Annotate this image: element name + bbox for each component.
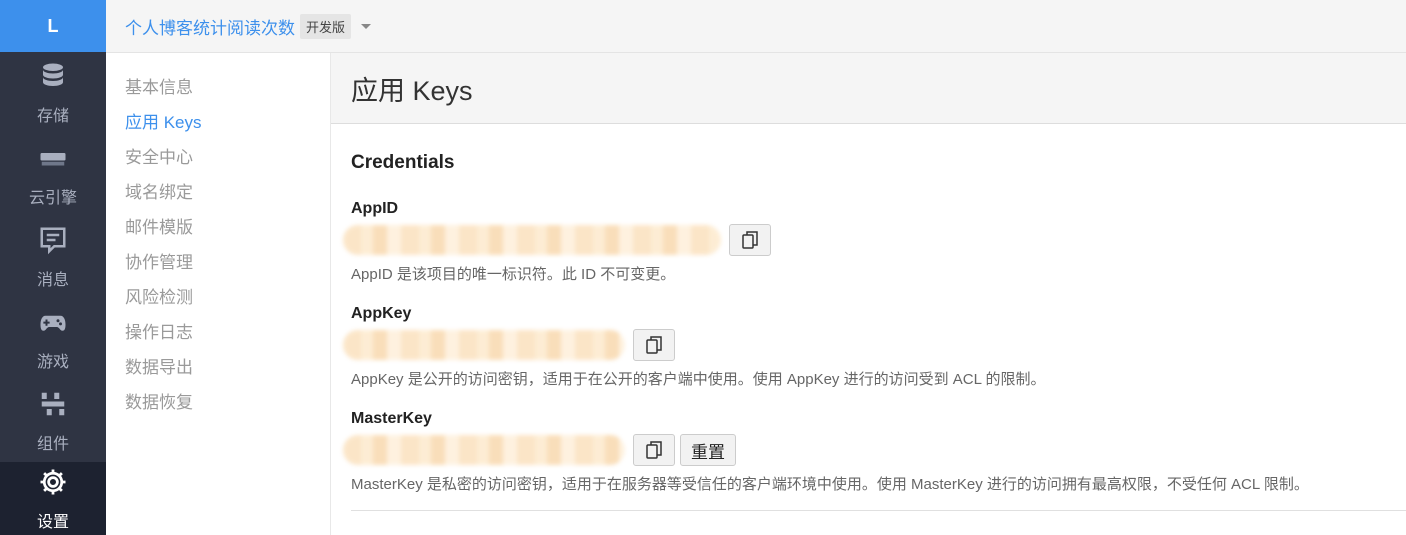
appid-row	[343, 222, 1406, 258]
appkey-value-redacted	[343, 330, 625, 360]
rail-item-label: 存储	[36, 107, 69, 125]
rail-item-messaging[interactable]: 消息	[0, 216, 106, 298]
divider	[351, 510, 1406, 511]
masterkey-label: MasterKey	[351, 410, 432, 427]
rail-item-cloud-engine[interactable]: 云引擎	[0, 134, 106, 216]
appid-value-redacted	[343, 225, 721, 255]
rail-item-label: 游戏	[36, 353, 69, 371]
rail-item-game[interactable]: 游戏	[0, 298, 106, 380]
appid-description: AppID 是该项目的唯一标识符。此 ID 不可变更。	[351, 266, 676, 283]
rail-item-label: 组件	[36, 435, 69, 453]
gamepad-icon	[38, 307, 68, 342]
subnav-item-basic-info[interactable]: 基本信息	[106, 70, 330, 105]
masterkey-value-redacted	[343, 435, 625, 465]
subnav-item-email-templates[interactable]: 邮件模版	[106, 210, 330, 245]
gear-icon	[38, 467, 68, 502]
database-icon	[38, 61, 68, 96]
copy-masterkey-button[interactable]	[633, 434, 675, 466]
copy-icon	[646, 441, 662, 459]
edition-badge: 开发版	[300, 13, 352, 39]
main-content: 应用 Keys Credentials AppID AppID 是该项目的唯一标…	[331, 53, 1406, 535]
appid-label: AppID	[351, 200, 399, 217]
rail-item-storage[interactable]: 存储	[0, 52, 106, 134]
masterkey-description: MasterKey 是私密的访问密钥，适用于在服务器等受信任的客户端环境中使用。…	[351, 476, 1309, 493]
page-header: 应用 Keys	[331, 53, 1406, 124]
subnav-item-security[interactable]: 安全中心	[106, 140, 330, 175]
copy-appkey-button[interactable]	[633, 329, 675, 361]
subnav-item-operation-log[interactable]: 操作日志	[106, 315, 330, 350]
subnav-item-data-export[interactable]: 数据导出	[106, 350, 330, 385]
subnav-item-risk-detection[interactable]: 风险检测	[106, 280, 330, 315]
message-icon	[38, 225, 68, 260]
rail-item-label: 设置	[36, 514, 69, 531]
appkey-label: AppKey	[351, 305, 412, 322]
server-icon	[38, 143, 68, 178]
copy-icon	[742, 231, 758, 249]
rail-item-label: 消息	[36, 271, 69, 289]
subnav-item-domain-binding[interactable]: 域名绑定	[106, 175, 330, 210]
subnav-item-collaboration[interactable]: 协作管理	[106, 245, 330, 280]
subnav-item-data-restore[interactable]: 数据恢复	[106, 385, 330, 420]
top-bar: 个人博客统计阅读次数 开发版	[106, 0, 1406, 53]
copy-appid-button[interactable]	[729, 224, 771, 256]
page-title: 应用 Keys	[351, 75, 473, 106]
reset-masterkey-button[interactable]: 重置	[680, 434, 736, 466]
chevron-down-icon[interactable]	[361, 23, 372, 29]
settings-subnav: 基本信息 应用 Keys 安全中心 域名绑定 邮件模版 协作管理 风险检测 操作…	[106, 53, 331, 535]
app-rail: L 存储 云引擎 消息 游戏 组件 设置	[0, 0, 106, 535]
rail-item-components[interactable]: 组件	[0, 380, 106, 462]
app-logo[interactable]: L	[0, 0, 106, 52]
app-name-link[interactable]: 个人博客统计阅读次数	[125, 14, 295, 39]
subnav-item-app-keys[interactable]: 应用 Keys	[106, 105, 330, 140]
copy-icon	[646, 336, 662, 354]
rail-item-label: 云引擎	[28, 189, 77, 207]
rail-item-settings[interactable]: 设置	[0, 462, 106, 535]
masterkey-row: 重置	[343, 432, 1406, 468]
components-icon	[38, 389, 68, 424]
appkey-description: AppKey 是公开的访问密钥，适用于在公开的客户端中使用。使用 AppKey …	[351, 371, 1046, 388]
appkey-row	[343, 327, 1406, 363]
section-title: Credentials	[351, 152, 455, 173]
